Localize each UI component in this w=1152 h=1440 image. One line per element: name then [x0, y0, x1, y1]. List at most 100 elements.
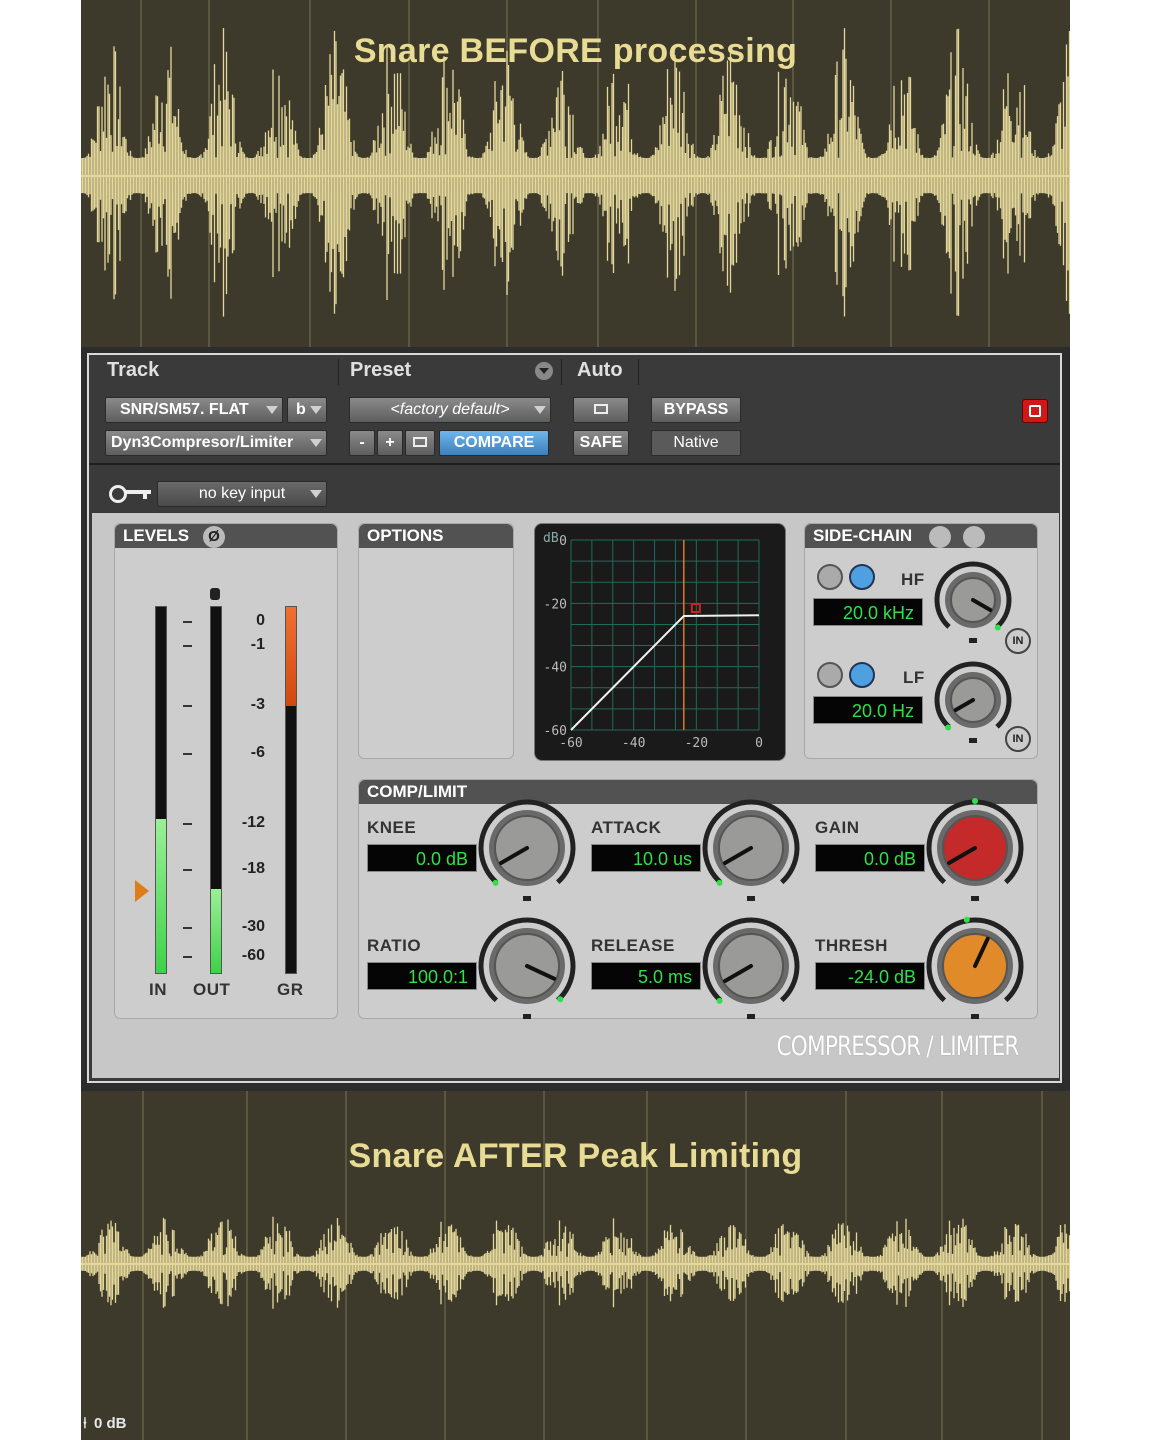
safe-button[interactable]: SAFE	[573, 430, 629, 456]
level-scale-tick	[183, 645, 192, 647]
options-title: OPTIONS	[359, 524, 513, 548]
track-selector[interactable]: SNR/SM57. FLAT	[105, 397, 283, 423]
hf-bell-filter-icon[interactable]	[817, 564, 843, 590]
lf-value-display[interactable]: 20.0 Hz	[813, 696, 923, 724]
gain-readout: ⍿ 0 dB	[83, 1415, 127, 1432]
levels-section: LEVELS Ø 0 -1 -3 -6 -12 -18 -30 -60 IN OUT	[114, 523, 338, 1019]
transfer-curve-graph: dB 0-20-40-60-60 -40 -20 0	[543, 531, 763, 751]
gain-reduction-meter	[285, 606, 297, 974]
preset-menu-icon[interactable]	[535, 362, 553, 380]
attack-label: ATTACK	[591, 818, 662, 837]
output-meter-fill	[211, 888, 221, 973]
out-label: OUT	[193, 980, 231, 999]
preset-next-button[interactable]: +	[377, 430, 403, 456]
preset-previous-button[interactable]: -	[349, 430, 375, 456]
gr-label: GR	[277, 980, 304, 999]
before-title: Snare BEFORE processing	[353, 32, 798, 70]
chevron-down-icon	[310, 406, 322, 414]
compare-button[interactable]: COMPARE	[439, 430, 549, 456]
knee-value-display[interactable]: 0.0 dB	[367, 844, 477, 872]
thresh-value-display[interactable]: -24.0 dB	[815, 962, 925, 990]
lf-in-button[interactable]: IN	[1005, 726, 1031, 752]
level-scale-tick	[183, 753, 192, 755]
graph-db-label: dB	[543, 531, 559, 546]
header-divider	[89, 463, 1060, 465]
lf-label: LF	[903, 668, 925, 687]
key-input-value: no key input	[198, 485, 286, 502]
key-input-selector[interactable]: no key input	[157, 481, 327, 507]
gain-reduction-meter-fill	[286, 607, 296, 706]
sidechain-key-icon[interactable]	[929, 526, 951, 548]
release-label: RELEASE	[591, 936, 675, 955]
plugin-selector[interactable]: Dyn3Compresor/Limiter	[105, 430, 327, 456]
knee-knob[interactable]	[477, 798, 577, 913]
gain-readout-value: 0 dB	[94, 1415, 127, 1432]
preset-value: <factory default>	[390, 401, 510, 418]
level-scale-label: -1	[250, 636, 265, 653]
level-scale-tick	[183, 927, 192, 929]
waveform-after-panel: Snare AFTER Peak Limiting ⍿ 0 dB	[81, 1091, 1070, 1440]
levels-title: LEVELS Ø	[115, 524, 337, 548]
level-scale-tick	[183, 956, 192, 958]
power-icon[interactable]	[1022, 399, 1048, 423]
knob-stem	[971, 896, 979, 901]
hf-label: HF	[901, 570, 925, 589]
hf-in-button[interactable]: IN	[1005, 628, 1031, 654]
graph-y-tick: 0	[559, 534, 567, 549]
in-label: IN	[149, 980, 167, 999]
knob-stem	[971, 1014, 979, 1019]
output-meter	[210, 606, 222, 974]
channel-selector[interactable]: b	[287, 397, 327, 423]
gain-value-display[interactable]: 0.0 dB	[815, 844, 925, 872]
input-trim-arrow-icon[interactable]	[135, 880, 149, 902]
options-section: OPTIONS	[358, 523, 514, 759]
knob-indicator-dot	[945, 724, 952, 731]
waveform-before-panel: Snare BEFORE processing	[81, 0, 1070, 347]
knob-stem	[969, 738, 977, 743]
plugin-frame: Track Preset Auto SNR/SM57. FLAT b <fact…	[87, 353, 1062, 1083]
level-scale-tick	[183, 869, 192, 871]
ratio-knob[interactable]	[477, 916, 577, 1031]
ratio-value-display[interactable]: 100.0:1	[367, 962, 477, 990]
hf-value-display[interactable]: 20.0 kHz	[813, 598, 923, 626]
preset-selector[interactable]: <factory default>	[349, 397, 551, 423]
release-knob[interactable]	[701, 916, 801, 1031]
automation-icon	[594, 404, 608, 414]
key-icon	[109, 484, 153, 503]
bypass-button[interactable]: BYPASS	[651, 397, 741, 423]
transfer-graph: dB 0 -20 -40 -60 -60 -40 -20 0	[534, 523, 786, 761]
auto-header: Auto	[569, 359, 639, 385]
sidechain-title: SIDE-CHAIN	[805, 524, 1037, 548]
lf-knob[interactable]	[933, 660, 1013, 755]
level-scale-label: -30	[241, 918, 265, 935]
attack-knob[interactable]	[701, 798, 801, 913]
ratio-label: RATIO	[367, 936, 422, 955]
gain-knob[interactable]	[925, 798, 1025, 913]
knob-stem	[747, 896, 755, 901]
knob-graphic	[478, 917, 576, 1019]
preset-header: Preset	[342, 359, 562, 385]
preset-copy-button[interactable]	[405, 430, 435, 456]
knob-stem	[969, 638, 977, 643]
gain-label: GAIN	[815, 818, 860, 837]
hf-shelf-filter-icon[interactable]	[849, 564, 875, 590]
graph-y-tick: -40	[544, 661, 567, 676]
knob-indicator-dot	[716, 879, 723, 886]
sidechain-section: SIDE-CHAIN HF 20.0 kHz IN LF 20.0 Hz IN	[804, 523, 1038, 759]
chevron-down-icon	[310, 490, 322, 498]
lf-shelf-filter-icon[interactable]	[849, 662, 875, 688]
sidechain-listen-icon[interactable]	[963, 526, 985, 548]
hf-knob[interactable]	[933, 560, 1013, 655]
attack-value-display[interactable]: 10.0 us	[591, 844, 701, 872]
release-value-display[interactable]: 5.0 ms	[591, 962, 701, 990]
chevron-down-icon	[266, 406, 278, 414]
thresh-knob[interactable]	[925, 916, 1025, 1031]
native-indicator: Native	[651, 430, 741, 456]
automation-button[interactable]	[573, 397, 629, 423]
lf-bell-filter-icon[interactable]	[817, 662, 843, 688]
levels-title-label: LEVELS	[123, 526, 190, 545]
level-scale-label: 0	[256, 612, 265, 629]
transfer-curve	[570, 614, 760, 731]
knee-label: KNEE	[367, 818, 417, 837]
phase-invert-icon[interactable]: Ø	[203, 526, 225, 548]
